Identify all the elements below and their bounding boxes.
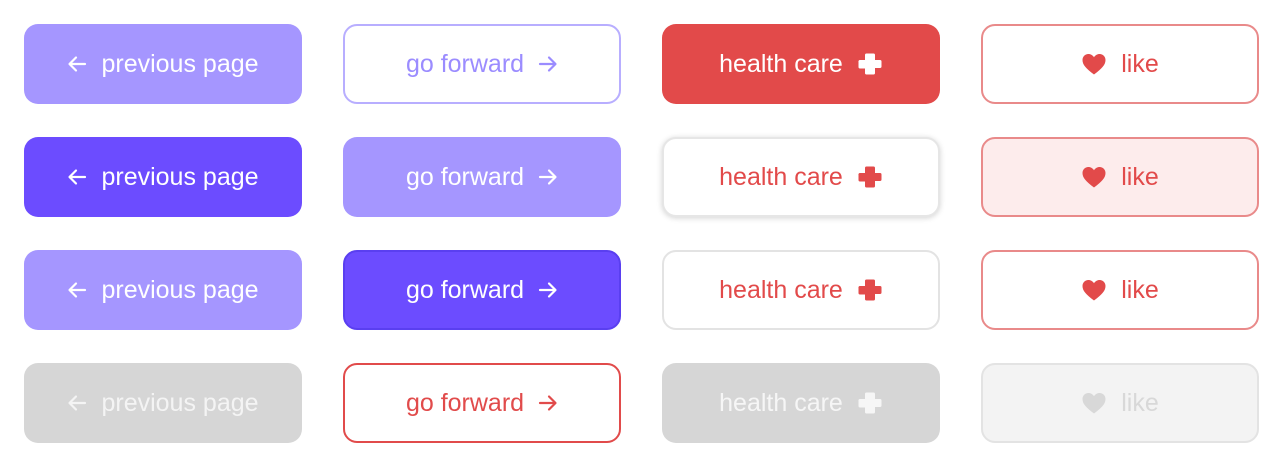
health-care-button-disabled: health care bbox=[662, 363, 940, 443]
previous-page-button-hover[interactable]: previous page bbox=[24, 137, 302, 217]
arrow-left-icon bbox=[67, 54, 87, 74]
health-care-button-default[interactable]: health care bbox=[662, 24, 940, 104]
previous-page-button-default[interactable]: previous page bbox=[24, 24, 302, 104]
button-showcase-grid: previous page go forward health care lik… bbox=[24, 24, 1259, 443]
heart-icon bbox=[1081, 278, 1107, 302]
like-label: like bbox=[1121, 388, 1159, 417]
arrow-right-icon bbox=[538, 280, 558, 300]
plus-cross-icon bbox=[857, 277, 883, 303]
like-label: like bbox=[1121, 162, 1159, 191]
go-forward-label: go forward bbox=[405, 162, 525, 191]
go-forward-button-default[interactable]: go forward bbox=[343, 24, 621, 104]
health-care-label: health care bbox=[719, 388, 843, 417]
health-care-button-hover[interactable]: health care bbox=[662, 137, 940, 217]
previous-page-label: previous page bbox=[101, 388, 259, 417]
previous-page-button-disabled: previous page bbox=[24, 363, 302, 443]
go-forward-label: go forward bbox=[405, 388, 525, 417]
like-label: like bbox=[1121, 49, 1159, 78]
plus-cross-icon bbox=[857, 390, 883, 416]
previous-page-label: previous page bbox=[101, 49, 259, 78]
previous-page-button-active[interactable]: previous page bbox=[24, 250, 302, 330]
arrow-right-icon bbox=[538, 393, 558, 413]
go-forward-label: go forward bbox=[405, 275, 525, 304]
heart-icon bbox=[1081, 52, 1107, 76]
arrow-left-icon bbox=[67, 280, 87, 300]
plus-cross-icon bbox=[857, 51, 883, 77]
arrow-left-icon bbox=[67, 167, 87, 187]
arrow-right-icon bbox=[538, 167, 558, 187]
arrow-left-icon bbox=[67, 393, 87, 413]
health-care-label: health care bbox=[719, 49, 843, 78]
arrow-right-icon bbox=[538, 54, 558, 74]
previous-page-label: previous page bbox=[101, 162, 259, 191]
heart-icon bbox=[1081, 391, 1107, 415]
plus-cross-icon bbox=[857, 164, 883, 190]
go-forward-button-active[interactable]: go forward bbox=[343, 250, 621, 330]
like-label: like bbox=[1121, 275, 1159, 304]
like-button-active[interactable]: like bbox=[981, 250, 1259, 330]
go-forward-label: go forward bbox=[405, 49, 525, 78]
health-care-button-active[interactable]: health care bbox=[662, 250, 940, 330]
go-forward-button-hover[interactable]: go forward bbox=[343, 137, 621, 217]
like-button-hover[interactable]: like bbox=[981, 137, 1259, 217]
heart-icon bbox=[1081, 165, 1107, 189]
go-forward-button-error[interactable]: go forward bbox=[343, 363, 621, 443]
like-button-disabled: like bbox=[981, 363, 1259, 443]
like-button-default[interactable]: like bbox=[981, 24, 1259, 104]
health-care-label: health care bbox=[719, 162, 843, 191]
health-care-label: health care bbox=[719, 275, 843, 304]
previous-page-label: previous page bbox=[101, 275, 259, 304]
